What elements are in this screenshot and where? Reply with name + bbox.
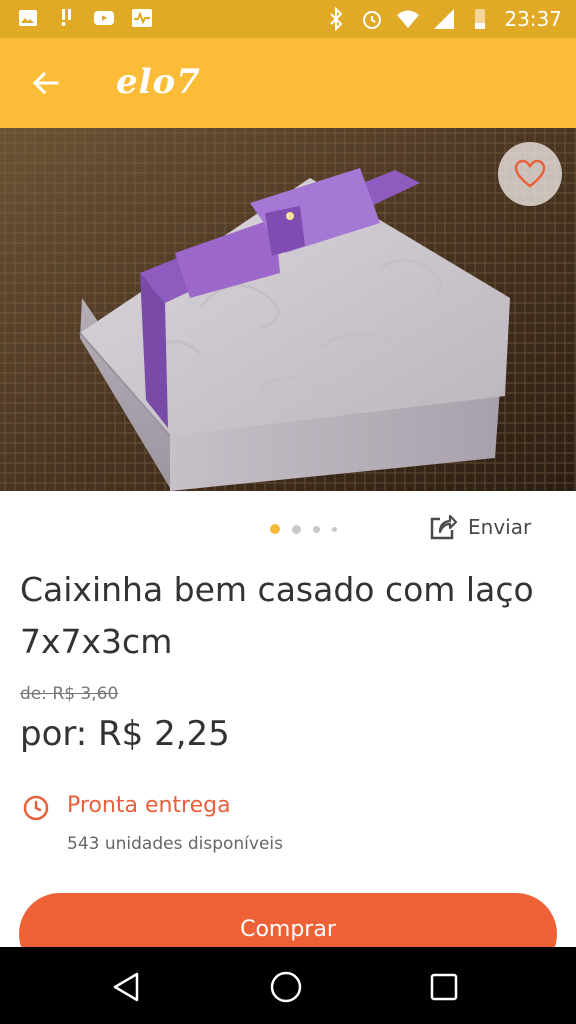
share-button[interactable]: Enviar [428, 510, 531, 544]
alert-icon [61, 9, 71, 26]
share-icon [430, 514, 458, 540]
pager-dot[interactable] [313, 525, 320, 533]
current-price: por: R$ 2,25 [20, 714, 230, 754]
nav-recents-button[interactable] [424, 967, 464, 1007]
pager-dot[interactable] [292, 524, 301, 534]
nav-back-button[interactable] [106, 967, 146, 1007]
favorite-button[interactable] [498, 142, 562, 206]
square-recents-icon [430, 973, 458, 1001]
gallery-icon [19, 10, 37, 26]
triangle-back-icon [113, 972, 139, 1002]
image-pager [270, 524, 337, 534]
stock-label: 543 unidades disponíveis [67, 834, 284, 854]
activity-icon [132, 9, 152, 27]
arrow-left-icon [32, 71, 59, 95]
notification-icons [16, 6, 154, 30]
bluetooth-icon [330, 7, 343, 31]
battery-icon [475, 9, 486, 29]
signal-icon [434, 9, 455, 29]
status-bar: 23:37 [0, 0, 576, 38]
nav-home-button[interactable] [266, 967, 306, 1007]
back-button[interactable] [22, 60, 68, 106]
product-photo [0, 128, 576, 491]
heart-icon [514, 159, 546, 188]
alarm-icon [363, 11, 382, 29]
share-label: Enviar [468, 515, 532, 539]
clock-icon [23, 795, 49, 821]
wifi-icon [397, 10, 420, 28]
availability-label: Pronta entrega [67, 793, 231, 818]
old-price: de: R$ 3,60 [20, 684, 119, 704]
system-icons: 23:37 [324, 6, 562, 32]
youtube-icon [94, 11, 114, 25]
navigation-bar [0, 947, 576, 1024]
status-time: 23:37 [504, 7, 562, 31]
app-logo: elo7 [116, 62, 201, 102]
circle-home-icon [270, 971, 302, 1003]
product-image[interactable] [0, 128, 576, 491]
product-title: Caixinha bem casado com laço 7x7x3cm [20, 570, 534, 661]
pager-dot[interactable] [332, 526, 337, 532]
pager-dot-active[interactable] [270, 524, 280, 534]
app-bar: elo7 [0, 38, 576, 128]
